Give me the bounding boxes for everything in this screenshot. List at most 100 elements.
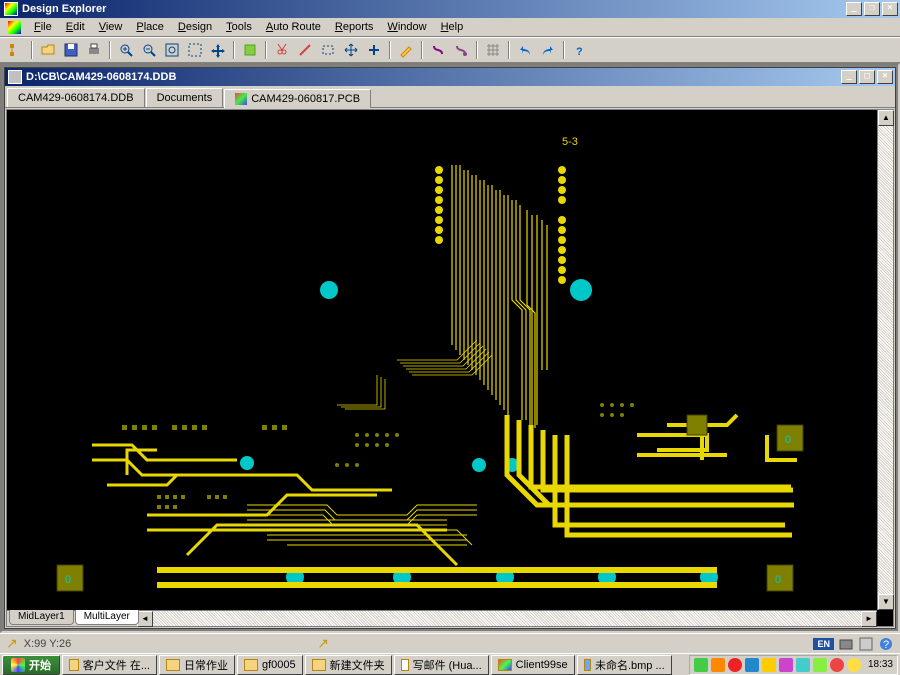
tool-line-icon[interactable] — [295, 40, 315, 60]
menu-window[interactable]: Window — [380, 19, 433, 35]
tab-ddb[interactable]: CAM429-0608174.DDB — [7, 88, 145, 107]
task-button-5[interactable]: 写邮件 (Hua... — [394, 655, 489, 675]
tool-plus-icon[interactable] — [364, 40, 384, 60]
task-button-1[interactable]: 客户文件 在... — [62, 655, 157, 675]
tool-save-icon[interactable] — [61, 40, 81, 60]
system-menu-icon[interactable] — [8, 21, 21, 34]
task-button-7[interactable]: 未命名.bmp ... — [577, 655, 672, 675]
svg-text:0: 0 — [775, 574, 781, 586]
svg-text:?: ? — [576, 46, 583, 58]
tray-icon-1[interactable] — [694, 658, 708, 672]
svg-text:0: 0 — [785, 434, 791, 446]
task-button-4[interactable]: 新建文件夹 — [305, 655, 392, 675]
doc-icon — [8, 70, 22, 84]
scroll-right-button[interactable]: ► — [861, 611, 877, 627]
statusbar: ↗ X:99 Y:26 ↗ EN ? — [0, 633, 900, 653]
tray-icon-5[interactable] — [762, 658, 776, 672]
tray-icon-9[interactable] — [830, 658, 844, 672]
toolbar: ? — [0, 37, 900, 63]
menu-file[interactable]: File — [27, 19, 59, 35]
status-icon-1[interactable] — [838, 636, 854, 652]
clock[interactable]: 18:33 — [868, 659, 893, 670]
tool-redo-icon[interactable] — [538, 40, 558, 60]
folder-icon — [69, 659, 79, 671]
windows-logo-icon — [11, 658, 25, 672]
doc-minimize-button[interactable]: _ — [841, 70, 857, 84]
mdi-area: D:\CB\CAM429-0608174.DDB _ □ × CAM429-06… — [0, 63, 900, 633]
status-help-icon[interactable]: ? — [878, 636, 894, 652]
task-button-3[interactable]: gf0005 — [237, 655, 303, 675]
task-button-2[interactable]: 日常作业 — [159, 655, 235, 675]
menu-edit[interactable]: Edit — [59, 19, 92, 35]
tool-undo-icon[interactable] — [515, 40, 535, 60]
tool-zoomfit-icon[interactable] — [162, 40, 182, 60]
close-button[interactable]: × — [882, 2, 898, 16]
lang-indicator[interactable]: EN — [813, 638, 834, 650]
tool-zoomsel-icon[interactable] — [185, 40, 205, 60]
menu-view[interactable]: View — [92, 19, 130, 35]
tray-icon-8[interactable] — [813, 658, 827, 672]
tool-help-icon[interactable]: ? — [570, 40, 590, 60]
menu-design[interactable]: Design — [171, 19, 219, 35]
scrollbar-vertical[interactable]: ▲ ▼ — [877, 110, 893, 610]
layer-tab-multilayer[interactable]: MultiLayer — [75, 610, 139, 625]
layer-tab-midlayer1[interactable]: MidLayer1 — [9, 610, 74, 625]
scroll-up-button[interactable]: ▲ — [878, 110, 894, 126]
tab-pcb[interactable]: CAM429-060817.PCB — [224, 89, 371, 108]
app-icon — [4, 2, 18, 16]
doc-maximize-button[interactable]: □ — [859, 70, 875, 84]
doc-titlebar: D:\CB\CAM429-0608174.DDB _ □ × — [5, 68, 895, 86]
doc-close-button[interactable]: × — [877, 70, 893, 84]
tray-icon-7[interactable] — [796, 658, 810, 672]
tool-select-icon[interactable] — [240, 40, 260, 60]
app-title: Design Explorer — [22, 3, 846, 15]
folder-icon — [312, 659, 326, 671]
tool-grid-icon[interactable] — [483, 40, 503, 60]
folder-icon — [166, 659, 180, 671]
tray-icon-4[interactable] — [745, 658, 759, 672]
tool-zoomout-icon[interactable] — [139, 40, 159, 60]
menu-place[interactable]: Place — [129, 19, 171, 35]
menu-autoroute[interactable]: Auto Route — [259, 19, 328, 35]
tray-icon-3[interactable] — [728, 658, 742, 672]
pcb-canvas[interactable]: 5-3 — [7, 110, 877, 610]
status-icon-2[interactable] — [858, 636, 874, 652]
tool-cut-icon[interactable] — [272, 40, 292, 60]
tool-rect-icon[interactable] — [318, 40, 338, 60]
tray-icon-2[interactable] — [711, 658, 725, 672]
menu-reports[interactable]: Reports — [328, 19, 381, 35]
taskbar: 开始 客户文件 在... 日常作业 gf0005 新建文件夹 写邮件 (Hua.… — [0, 653, 900, 675]
protel-icon — [498, 659, 512, 671]
tool-tree-icon[interactable] — [6, 40, 26, 60]
tray-shield-icon[interactable] — [847, 658, 861, 672]
tab-documents[interactable]: Documents — [146, 88, 224, 107]
tool-print-icon[interactable] — [84, 40, 104, 60]
tray-icon-6[interactable] — [779, 658, 793, 672]
pcb-icon — [235, 93, 247, 105]
menu-tools[interactable]: Tools — [219, 19, 259, 35]
status-arrow2-icon: ↗ — [317, 635, 329, 652]
pcb-label: 5-3 — [562, 136, 578, 148]
menu-help[interactable]: Help — [434, 19, 471, 35]
minimize-button[interactable]: _ — [846, 2, 862, 16]
window-buttons: _ ❐ × — [846, 2, 898, 16]
tool-via-icon[interactable] — [428, 40, 448, 60]
tool-open-icon[interactable] — [38, 40, 58, 60]
tool-via2-icon[interactable] — [451, 40, 471, 60]
restore-button[interactable]: ❐ — [864, 2, 880, 16]
tool-zoomin-icon[interactable] — [116, 40, 136, 60]
svg-text:0: 0 — [65, 574, 71, 586]
document-window: D:\CB\CAM429-0608174.DDB _ □ × CAM429-06… — [4, 67, 896, 629]
task-button-6[interactable]: Client99se — [491, 655, 575, 675]
canvas-wrap: 5-3 — [6, 109, 894, 627]
tool-pan-icon[interactable] — [208, 40, 228, 60]
tool-highlight-icon[interactable] — [396, 40, 416, 60]
folder-icon — [244, 659, 258, 671]
tool-move-icon[interactable] — [341, 40, 361, 60]
status-coords: X:99 Y:26 — [24, 638, 72, 650]
start-button[interactable]: 开始 — [2, 655, 60, 675]
status-arrow-icon: ↗ — [6, 635, 18, 652]
mail-icon — [401, 659, 409, 671]
scroll-down-button[interactable]: ▼ — [878, 594, 894, 610]
menubar: File Edit View Place Design Tools Auto R… — [0, 18, 900, 37]
